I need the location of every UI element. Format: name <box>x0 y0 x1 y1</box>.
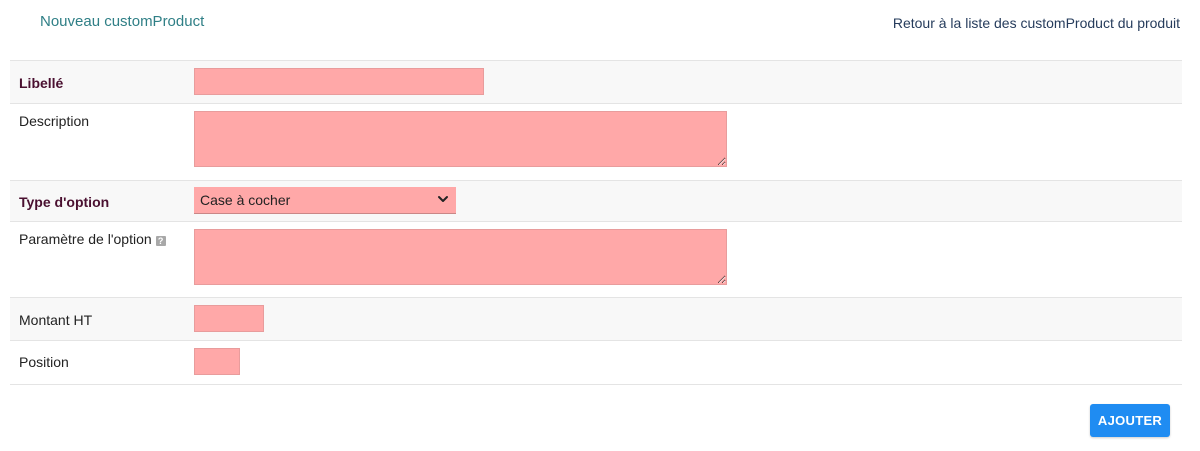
description-label: Description <box>19 113 90 129</box>
position-label: Position <box>19 354 69 370</box>
form-row-montant-ht: Montant HT <box>10 298 1182 341</box>
chevron-down-icon <box>438 196 448 202</box>
form-row-type-option: Type d'option Case à cocher <box>10 181 1182 222</box>
montant-ht-input[interactable] <box>194 305 264 332</box>
add-button[interactable]: AJOUTER <box>1090 404 1170 437</box>
libelle-label: Libellé <box>19 75 64 91</box>
form-row-parametre: Paramètre de l'option? <box>10 222 1182 298</box>
parametre-textarea[interactable] <box>194 229 727 285</box>
form-row-libelle: Libellé <box>10 61 1182 104</box>
custom-product-form: Libellé Description Type d'option Case à… <box>10 60 1182 385</box>
parametre-label-text: Paramètre de l'option <box>19 231 152 247</box>
back-to-list-link[interactable]: Retour à la liste des customProduct du p… <box>893 15 1180 31</box>
page: Nouveau customProduct Retour à la liste … <box>0 0 1200 451</box>
form-row-position: Position <box>10 341 1182 385</box>
montant-ht-label: Montant HT <box>19 312 93 328</box>
type-option-selected-value: Case à cocher <box>200 192 291 208</box>
help-icon[interactable]: ? <box>155 236 166 246</box>
description-textarea[interactable] <box>194 111 727 167</box>
type-option-select[interactable]: Case à cocher <box>194 187 456 214</box>
type-option-label: Type d'option <box>19 194 110 210</box>
position-input[interactable] <box>194 348 240 375</box>
libelle-input[interactable] <box>194 68 484 95</box>
parametre-label: Paramètre de l'option? <box>19 231 166 247</box>
form-row-description: Description <box>10 104 1182 181</box>
page-title: Nouveau customProduct <box>40 13 205 30</box>
